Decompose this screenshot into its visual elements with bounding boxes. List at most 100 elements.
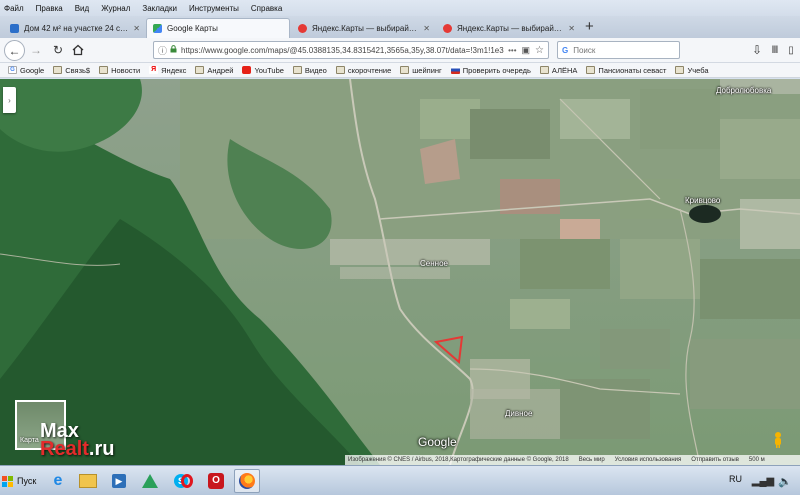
map-attribution-bar: Изображения © CNES / Airbus, 2018,Картог… bbox=[345, 455, 800, 465]
flag-icon bbox=[450, 66, 460, 74]
sidebar-icon: ▯ bbox=[788, 44, 794, 56]
folder-icon bbox=[539, 66, 549, 74]
bookmark-andrey[interactable]: Андрей bbox=[195, 66, 233, 75]
explorer-taskbar-button[interactable] bbox=[75, 469, 101, 493]
tray-volume-button[interactable]: 🔈 bbox=[772, 469, 798, 493]
close-icon[interactable]: ✕ bbox=[568, 24, 575, 33]
place-label-dobrolyubovka[interactable]: Добролюбовка bbox=[716, 86, 771, 95]
folder-icon bbox=[195, 66, 205, 74]
home-button[interactable] bbox=[69, 41, 87, 59]
internet-explorer-icon: e bbox=[53, 472, 63, 489]
feedback-link[interactable]: Отправить отзыв bbox=[691, 457, 739, 463]
forward-button[interactable]: → bbox=[27, 41, 45, 59]
place-label-krivtsovo[interactable]: Кривцово bbox=[685, 196, 720, 205]
place-label-divnoe[interactable]: Дивное bbox=[505, 409, 532, 418]
bookmark-novosti[interactable]: Новости bbox=[99, 66, 140, 75]
home-icon bbox=[72, 44, 84, 56]
satellite-map[interactable]: › Добролюбовка Кривцово Сенное Дивное Ка… bbox=[0, 79, 800, 465]
close-icon[interactable]: ✕ bbox=[133, 24, 140, 33]
opera-taskbar-button[interactable] bbox=[174, 469, 200, 493]
ie-taskbar-button[interactable]: e bbox=[45, 469, 71, 493]
youtube-icon bbox=[242, 66, 252, 74]
info-icon[interactable]: ⓘ bbox=[158, 44, 167, 57]
bookmark-alena[interactable]: АЛЁНА bbox=[539, 66, 577, 75]
menu-history[interactable]: Журнал bbox=[101, 4, 130, 13]
opera-alt-taskbar-button[interactable]: O bbox=[203, 469, 229, 493]
folder-icon bbox=[79, 474, 97, 488]
tab-label: Яндекс.Карты — выбирайте, г... bbox=[312, 23, 420, 33]
folder-icon bbox=[675, 66, 685, 74]
back-button[interactable]: ← bbox=[4, 40, 25, 61]
tab-listing[interactable]: Дом 42 м² на участке 24 сот. - ... ✕ bbox=[4, 18, 146, 38]
more-actions-icon[interactable]: ••• bbox=[508, 46, 516, 55]
reader-view-icon[interactable]: ▣ bbox=[522, 45, 531, 56]
pegman-icon[interactable] bbox=[771, 431, 785, 449]
address-bar[interactable]: ⓘ https://www.google.com/maps/@45.038813… bbox=[153, 41, 549, 59]
reload-button[interactable]: ↻ bbox=[49, 41, 67, 59]
yandex-pin-icon bbox=[298, 23, 307, 33]
reload-icon: ↻ bbox=[52, 43, 64, 57]
bookmark-star-icon[interactable]: ☆ bbox=[535, 45, 544, 56]
people-icon bbox=[10, 23, 19, 33]
maxrealt-watermark: Max Realt.ru bbox=[40, 421, 114, 460]
download-icon: ⇩ bbox=[751, 43, 763, 57]
tab-yandex-maps-1[interactable]: Яндекс.Карты — выбирайте, г... ✕ bbox=[292, 18, 436, 38]
bookmarks-bar: G Google Связь$ Новости Я Яндекс Андрей Yo… bbox=[0, 63, 800, 78]
triangle-app-icon bbox=[142, 474, 158, 488]
library-icon: Ⅲ bbox=[771, 44, 779, 56]
bookmark-ucheba[interactable]: Учеба bbox=[675, 66, 709, 75]
menu-bookmarks[interactable]: Закладки bbox=[142, 4, 177, 13]
place-label-sennoe[interactable]: Сенное bbox=[420, 259, 448, 268]
bookmark-sheiping[interactable]: шейпинг bbox=[400, 66, 442, 75]
yandex-pin-icon bbox=[443, 23, 452, 33]
bookmark-youtube[interactable]: YouTube bbox=[242, 66, 284, 75]
bookmark-svyaz[interactable]: Связь$ bbox=[53, 66, 90, 75]
tab-google-maps[interactable]: Google Карты bbox=[146, 18, 290, 38]
back-arrow-icon: ← bbox=[8, 43, 21, 58]
close-icon[interactable]: ✕ bbox=[423, 24, 430, 33]
drive-taskbar-button[interactable] bbox=[137, 469, 163, 493]
forward-arrow-icon: → bbox=[30, 43, 42, 57]
google-search-icon: G bbox=[562, 45, 569, 55]
new-tab-button[interactable]: + bbox=[585, 19, 594, 35]
menu-help[interactable]: Справка bbox=[251, 4, 282, 13]
menu-tools[interactable]: Инструменты bbox=[189, 4, 239, 13]
tab-yandex-maps-2[interactable]: Яндекс.Карты — выбирайте, г... ✕ bbox=[437, 18, 581, 38]
downloads-button[interactable]: ⇩ bbox=[748, 41, 766, 59]
tab-label: Яндекс.Карты — выбирайте, г... bbox=[457, 23, 565, 33]
folder-icon bbox=[53, 66, 63, 74]
satellite-imagery bbox=[0, 79, 800, 465]
folder-icon bbox=[335, 66, 345, 74]
bookmark-ochered[interactable]: Проверить очередь bbox=[450, 66, 531, 75]
bookmark-yandex[interactable]: Я Яндекс bbox=[149, 66, 186, 75]
sidebar-button[interactable]: ▯ bbox=[782, 41, 800, 59]
menu-file[interactable]: Файл bbox=[4, 4, 24, 13]
start-button[interactable]: Пуск bbox=[2, 470, 40, 492]
search-input[interactable] bbox=[571, 44, 666, 56]
folder-icon bbox=[99, 66, 109, 74]
watermark-line2-brand: Realt bbox=[40, 438, 89, 460]
menu-bar: Файл Правка Вид Журнал Закладки Инструме… bbox=[0, 0, 800, 16]
nav-bar: ← → ↻ ⓘ https://www.google.com/maps/@45.… bbox=[0, 38, 800, 63]
firefox-taskbar-button[interactable] bbox=[234, 469, 260, 493]
scale-label[interactable]: 500 м bbox=[749, 457, 765, 463]
tab-label: Google Карты bbox=[167, 24, 218, 33]
menu-view[interactable]: Вид bbox=[75, 4, 89, 13]
search-bar[interactable]: G bbox=[557, 41, 680, 59]
terms-link[interactable]: Условия использования bbox=[615, 457, 682, 463]
imagery-credit: Изображения © CNES / Airbus, 2018,Картог… bbox=[348, 457, 569, 463]
firefox-icon bbox=[239, 473, 255, 489]
bookmark-video[interactable]: Видео bbox=[292, 66, 327, 75]
bookmark-pansionaty[interactable]: Пансионаты севаст bbox=[586, 66, 666, 75]
world-link[interactable]: Весь мир bbox=[579, 457, 605, 463]
sidebar-toggle-button[interactable]: › bbox=[3, 87, 16, 113]
language-indicator[interactable]: RU bbox=[729, 474, 742, 484]
bookmark-skorochtenie[interactable]: скорочтение bbox=[335, 66, 391, 75]
folder-icon bbox=[292, 66, 302, 74]
media-player-taskbar-button[interactable]: ▶ bbox=[106, 469, 132, 493]
tab-label: Дом 42 м² на участке 24 сот. - ... bbox=[24, 23, 130, 33]
menu-edit[interactable]: Правка bbox=[36, 4, 63, 13]
opera-alt-icon: O bbox=[208, 473, 224, 489]
bookmark-google[interactable]: G Google bbox=[8, 66, 44, 75]
google-maps-icon bbox=[153, 24, 162, 33]
